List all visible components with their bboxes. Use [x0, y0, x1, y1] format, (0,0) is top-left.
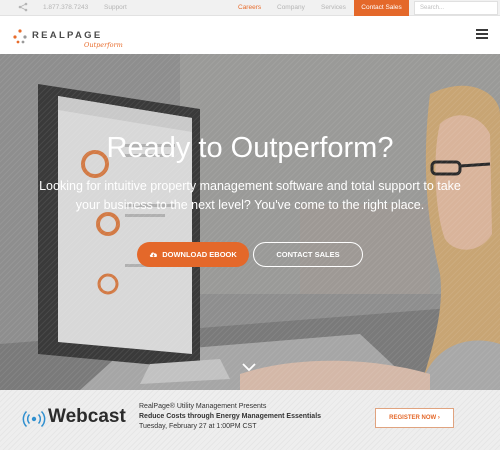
phone-link[interactable]: 1.877.378.7243	[43, 0, 88, 16]
webcast-topic: Reduce Costs through Energy Management E…	[139, 413, 322, 420]
download-ebook-button[interactable]: DOWNLOAD EBOOK	[137, 242, 249, 267]
hero-subheadline: Looking for intuitive property managemen…	[39, 179, 461, 212]
webcast-signal-icon	[22, 410, 46, 428]
register-now-label: REGISTER NOW ›	[389, 415, 440, 421]
chevron-down-icon[interactable]	[242, 363, 256, 371]
company-link[interactable]: Company	[277, 0, 305, 16]
download-ebook-label: DOWNLOAD EBOOK	[162, 250, 237, 259]
logo-mark-icon	[13, 29, 27, 44]
hero-headline: Ready to Outperform?	[106, 132, 394, 164]
cloud-download-icon	[150, 252, 158, 257]
careers-link[interactable]: Careers	[238, 0, 261, 16]
logo-tagline: Outperform	[84, 41, 123, 49]
site-header: REALPAGE Outperform	[0, 17, 500, 54]
logo-wordmark: REALPAGE	[32, 30, 103, 41]
utility-bar: 1.877.378.7243 Support Careers Company S…	[0, 0, 500, 16]
webcast-title: Webcast	[48, 406, 126, 427]
webcast-date: Tuesday, February 27 at 1:00PM CST	[139, 423, 257, 430]
contact-sales-button[interactable]: CONTACT SALES	[253, 242, 363, 267]
webcast-banner: Webcast RealPage® Utility Management Pre…	[0, 390, 500, 450]
hero-section: Ready to Outperform? Looking for intuiti…	[0, 54, 500, 390]
webcast-presenter: RealPage® Utility Management Presents	[139, 403, 267, 410]
search-input[interactable]: Search...	[414, 1, 498, 15]
contact-sales-label: CONTACT SALES	[276, 250, 340, 259]
hero-overlay-pattern	[0, 54, 500, 390]
webcast-details: RealPage® Utility Management Presents Re…	[139, 402, 321, 432]
register-now-button[interactable]: REGISTER NOW ›	[375, 408, 454, 428]
contact-sales-top-button[interactable]: Contact Sales	[354, 0, 409, 16]
share-icon[interactable]	[18, 2, 28, 12]
support-link[interactable]: Support	[104, 0, 127, 16]
services-link[interactable]: Services	[321, 0, 346, 16]
realpage-logo[interactable]: REALPAGE Outperform	[12, 27, 123, 49]
hamburger-menu-icon[interactable]	[476, 29, 488, 39]
